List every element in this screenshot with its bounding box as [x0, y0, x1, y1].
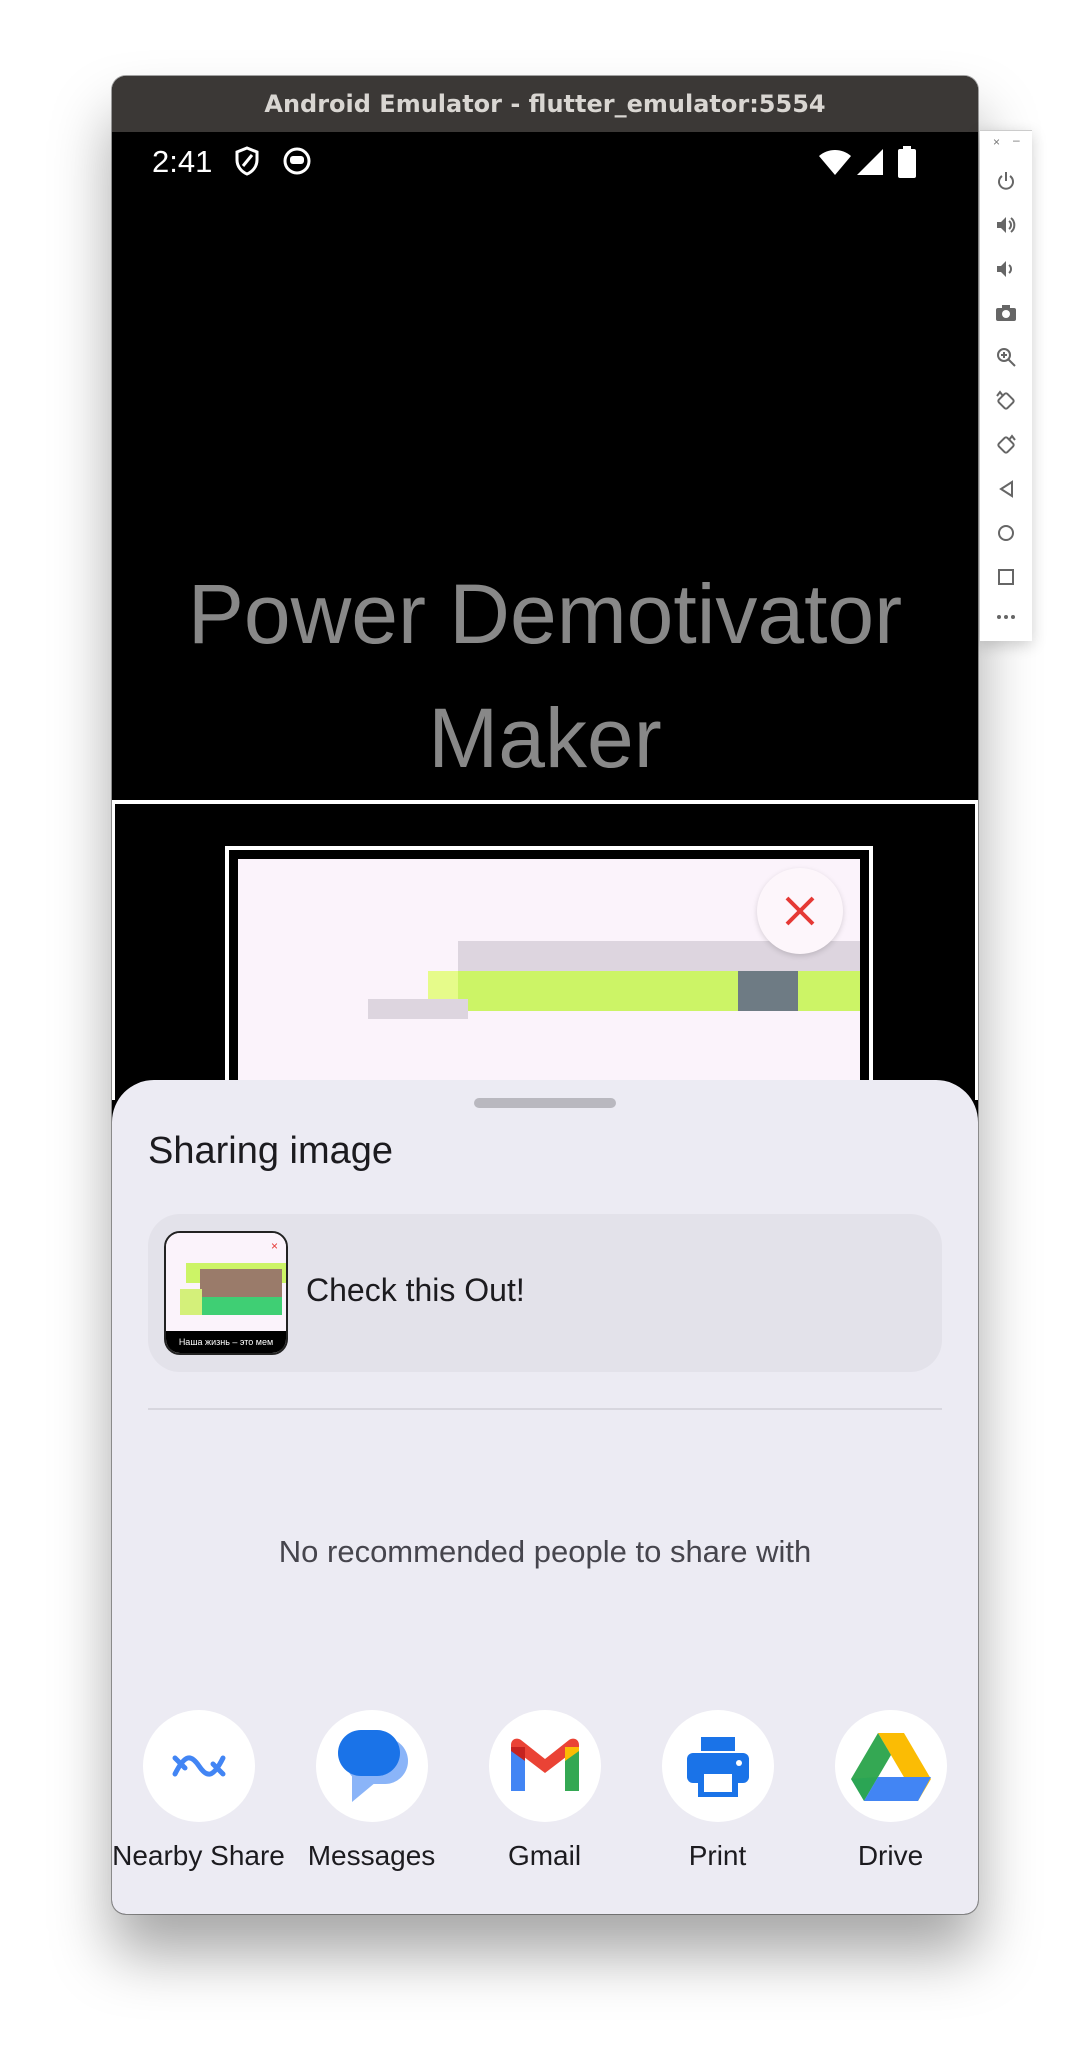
- volume-up-icon[interactable]: [992, 211, 1020, 239]
- rotate-left-icon[interactable]: [992, 387, 1020, 415]
- sheet-drag-handle[interactable]: [474, 1098, 616, 1108]
- meme-preview-frame: [112, 800, 978, 1106]
- share-target-label: Gmail: [507, 1840, 582, 1871]
- toolbar-window-controls: × –: [980, 133, 1032, 155]
- more-options-icon[interactable]: [992, 603, 1020, 631]
- power-icon[interactable]: [992, 167, 1020, 195]
- emulator-window: Android Emulator - flutter_emulator:5554…: [112, 76, 978, 1914]
- status-time: 2:41: [152, 144, 213, 179]
- home-icon[interactable]: [992, 519, 1020, 547]
- device-screen[interactable]: 2:41 Power Demotivator Maker Sharing ima…: [112, 132, 978, 1914]
- app-title: Power Demotivator Maker: [187, 567, 903, 785]
- window-title: Android Emulator - flutter_emulator:5554: [264, 90, 826, 118]
- shared-image-thumbnail: × Наша жизнь – это мем: [164, 1231, 288, 1355]
- cellular-signal-icon: [856, 148, 884, 181]
- share-target-label: Drive: [857, 1840, 924, 1871]
- emulator-toolbar: × –: [980, 130, 1032, 641]
- share-targets: Nearby Share Messages Gmail Print Drive: [112, 1710, 978, 1910]
- nearby-share-icon: [142, 1710, 255, 1822]
- share-sheet-title: Sharing image: [148, 1130, 394, 1172]
- window-titlebar[interactable]: Android Emulator - flutter_emulator:5554: [112, 76, 978, 132]
- gmail-icon: [488, 1710, 601, 1822]
- overview-icon[interactable]: [992, 563, 1020, 591]
- share-target-label: Print: [688, 1840, 747, 1871]
- share-target-label: Nearby Share: [112, 1840, 285, 1871]
- zoom-icon[interactable]: [992, 343, 1020, 371]
- volume-down-icon[interactable]: [992, 255, 1020, 283]
- minimize-icon[interactable]: –: [1013, 133, 1020, 147]
- thumbnail-caption: Наша жизнь – это мем: [166, 1331, 286, 1353]
- shared-content-preview: × Наша жизнь – это мем Check this Out!: [148, 1214, 942, 1372]
- camera-icon[interactable]: [992, 299, 1020, 327]
- share-target-label: Messages: [307, 1840, 436, 1871]
- wifi-icon: [818, 148, 852, 181]
- no-recommendations-message: No recommended people to share with: [278, 1534, 812, 1569]
- remove-image-button[interactable]: [757, 868, 843, 954]
- rotate-right-icon[interactable]: [992, 431, 1020, 459]
- share-target-nearby-share[interactable]: Nearby Share: [112, 1710, 285, 1872]
- print-icon: [661, 1710, 774, 1822]
- share-text: Check this Out!: [306, 1272, 525, 1308]
- close-icon: [785, 896, 815, 926]
- share-target-print[interactable]: Print: [631, 1710, 804, 1872]
- close-icon[interactable]: ×: [993, 135, 1000, 149]
- share-sheet: Sharing image × Наша жизнь – это мем Che…: [112, 1080, 978, 1914]
- battery-icon: [898, 146, 916, 183]
- share-target-gmail[interactable]: Gmail: [458, 1710, 631, 1872]
- share-target-drive[interactable]: Drive: [804, 1710, 977, 1872]
- back-icon[interactable]: [992, 475, 1020, 503]
- shield-icon: [234, 146, 260, 181]
- messages-icon: [315, 1710, 428, 1822]
- divider: [148, 1408, 942, 1410]
- status-bar: 2:41: [112, 132, 978, 192]
- share-target-messages[interactable]: Messages: [285, 1710, 458, 1872]
- drive-icon: [834, 1710, 947, 1822]
- robot-face-icon: [282, 146, 312, 181]
